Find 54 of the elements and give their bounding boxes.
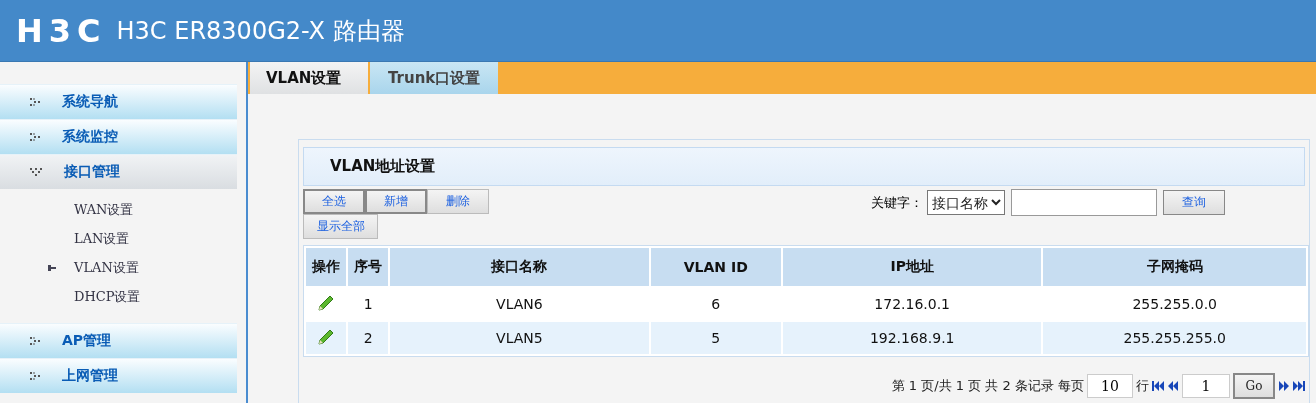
window-title: H3C ER8300G2-X 路由器 [116, 15, 405, 47]
action-button[interactable]: 新增 [365, 189, 427, 214]
sidebar-item[interactable]: 系统监控 [0, 119, 237, 154]
sidebar-item[interactable]: AP管理 [0, 323, 237, 358]
sidebar-item[interactable]: 系统导航 [0, 84, 237, 119]
pencil-icon[interactable] [317, 293, 336, 312]
sidebar-subitem[interactable]: DHCP设置 [74, 287, 141, 306]
column-header: IP地址 [782, 248, 1042, 286]
arrow-icon [30, 168, 42, 176]
table-cell: 255.255.255.0 [1043, 322, 1306, 354]
table-cell: 192.168.9.1 [782, 322, 1042, 354]
page-field[interactable]: 1 [1182, 374, 1230, 398]
search-button[interactable]: 查询 [1163, 190, 1225, 215]
arrow-icon [30, 133, 40, 141]
rows-label: 行 [1136, 377, 1149, 395]
tab[interactable]: Trunk口设置 [370, 62, 499, 94]
keyword-select[interactable]: 接口名称 [927, 190, 1005, 215]
column-header: 操作 [306, 248, 347, 286]
table-cell: 5 [650, 322, 781, 354]
previous-page-icon[interactable] [1167, 381, 1179, 391]
action-button[interactable]: 删除 [427, 189, 489, 214]
panel-title: VLAN地址设置 [303, 147, 1305, 186]
arrow-icon [30, 372, 40, 380]
table-cell-text: 172.16.0.1 [873, 295, 952, 314]
sidebar-item[interactable]: 上网管理 [0, 358, 237, 393]
pencil-icon[interactable] [317, 327, 336, 346]
table-cell-text: 1 [362, 295, 374, 314]
column-header: 序号 [348, 248, 389, 286]
sidebar-subitem[interactable]: WAN设置 [74, 200, 134, 219]
arrow-icon [30, 98, 40, 106]
action-button[interactable]: 全选 [303, 189, 365, 214]
tab[interactable]: VLAN设置 [250, 62, 368, 94]
sidebar-subitem[interactable]: VLAN设置 [74, 258, 139, 277]
go-button[interactable]: Go [1233, 373, 1275, 399]
first-page-icon[interactable] [1152, 381, 1164, 391]
column-header: 子网掩码 [1043, 248, 1306, 286]
sidebar-subitem[interactable]: LAN设置 [74, 229, 130, 248]
column-header: VLAN ID [650, 248, 781, 286]
arrow-icon [30, 337, 40, 345]
table-cell-text: VLAN6 [495, 295, 544, 314]
column-header: 接口名称 [390, 248, 649, 286]
search-field[interactable] [1011, 189, 1157, 216]
table-cell: 2 [348, 322, 389, 354]
table-cell-text: 6 [710, 295, 722, 314]
sidebar-item[interactable]: 接口管理 [0, 154, 237, 189]
table-cell-text: 255.255.0.0 [1131, 295, 1218, 314]
keyword-label: 关键字： [871, 193, 923, 212]
action-button[interactable]: 显示全部 [303, 214, 378, 239]
per-page-field[interactable]: 10 [1087, 374, 1133, 398]
next-page-icon[interactable] [1278, 381, 1290, 391]
page-summary: 第 1 页/共 1 页 共 2 条记录 每页 [891, 377, 1084, 395]
last-page-icon[interactable] [1293, 381, 1305, 391]
table-cell: VLAN5 [390, 322, 649, 354]
logo: H3C [16, 11, 107, 50]
